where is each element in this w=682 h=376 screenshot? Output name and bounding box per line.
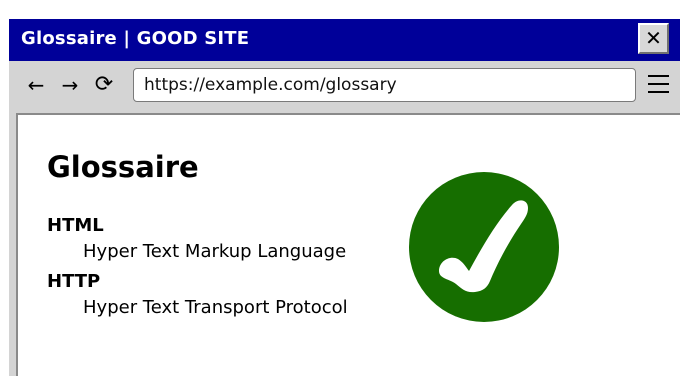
browser-toolbar: ← → ⟳ [9, 61, 680, 111]
glossary-list: HTML Hyper Text Markup Language HTTP Hyp… [47, 213, 348, 325]
reload-button[interactable]: ⟳ [91, 70, 117, 100]
window-title: Glossaire | GOOD SITE [21, 28, 250, 49]
glossary-definition: Hyper Text Transport Protocol [83, 297, 348, 318]
close-icon: ✕ [645, 26, 662, 50]
glossary-definition: Hyper Text Markup Language [83, 241, 347, 262]
menu-button[interactable] [646, 69, 672, 101]
title-bar: Glossaire | GOOD SITE ✕ [9, 19, 680, 61]
arrow-right-icon: → [61, 73, 79, 97]
page-content: Glossaire HTML Hyper Text Markup Languag… [16, 113, 680, 376]
arrow-left-icon: ← [27, 73, 45, 97]
close-button[interactable]: ✕ [638, 23, 669, 54]
address-bar[interactable] [133, 68, 636, 102]
browser-window: Glossaire | GOOD SITE ✕ ← → ⟳ Glossaire … [9, 19, 680, 376]
hamburger-menu-icon [648, 91, 669, 93]
page-title: Glossaire [47, 150, 199, 184]
checkmark-icon [409, 172, 559, 322]
hamburger-menu-icon [648, 83, 669, 85]
glossary-term: HTML [47, 215, 104, 236]
forward-button[interactable]: → [57, 70, 83, 100]
back-button[interactable]: ← [23, 70, 49, 100]
glossary-term: HTTP [47, 271, 101, 292]
hamburger-menu-icon [648, 75, 669, 77]
reload-icon: ⟳ [94, 72, 114, 97]
